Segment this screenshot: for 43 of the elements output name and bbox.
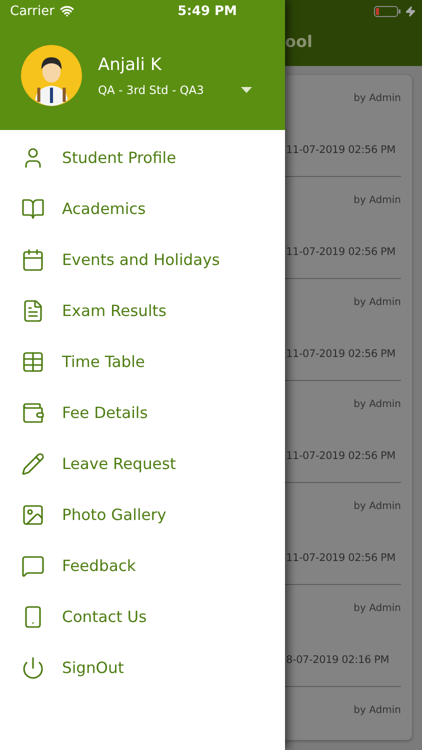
- calendar-icon: [21, 248, 45, 272]
- post-author: by Admin: [354, 705, 401, 716]
- menu-item[interactable]: Leave Request: [0, 438, 285, 489]
- menu-item[interactable]: Events and Holidays: [0, 234, 285, 285]
- post-date: 11-07-2019 02:56 PM: [286, 144, 396, 156]
- user-name: Anjali K: [98, 54, 163, 74]
- menu-item[interactable]: Time Table: [0, 336, 285, 387]
- image-icon: [21, 502, 45, 526]
- user-class: QA - 3rd Std - QA3: [98, 82, 204, 96]
- avatar-icon: [21, 45, 82, 106]
- post-date: 11-07-2019 02:56 PM: [286, 246, 396, 258]
- post-author: by Admin: [354, 399, 401, 410]
- post-date: 11-07-2019 02:56 PM: [286, 450, 396, 462]
- post-date: 8-07-2019 02:16 PM: [286, 654, 390, 666]
- post-author: by Admin: [354, 93, 401, 104]
- menu-item[interactable]: Photo Gallery: [0, 489, 285, 540]
- post-date: 11-07-2019 02:56 PM: [286, 552, 396, 564]
- post-author: by Admin: [354, 297, 401, 308]
- menu-item[interactable]: Feedback: [0, 540, 285, 591]
- clock-time: 5:49 PM: [178, 4, 237, 18]
- post-author: by Admin: [354, 501, 401, 512]
- battery-icon: [374, 6, 401, 16]
- menu-item[interactable]: Fee Details: [0, 387, 285, 438]
- book-icon: [21, 196, 45, 220]
- charging-icon: [405, 6, 416, 16]
- carrier-label: Carrier: [10, 4, 54, 18]
- chat-icon: [21, 554, 45, 578]
- table-icon: [21, 350, 45, 374]
- caret-icon[interactable]: [241, 86, 252, 92]
- power-icon: [21, 656, 45, 680]
- document-icon: [21, 298, 45, 322]
- wifi-icon: [60, 4, 74, 18]
- app-title: ool: [285, 32, 314, 51]
- menu-item[interactable]: SignOut: [0, 642, 285, 693]
- menu-item[interactable]: Student Profile: [0, 132, 285, 183]
- wallet-icon: [21, 400, 45, 424]
- post-author: by Admin: [354, 195, 401, 206]
- menu-item[interactable]: Contact Us: [0, 591, 285, 642]
- menu-item[interactable]: Academics: [0, 183, 285, 234]
- menu-item[interactable]: Exam Results: [0, 285, 285, 336]
- post-author: by Admin: [354, 603, 401, 614]
- post-date: 11-07-2019 02:56 PM: [286, 348, 396, 360]
- pencil-icon: [21, 452, 45, 476]
